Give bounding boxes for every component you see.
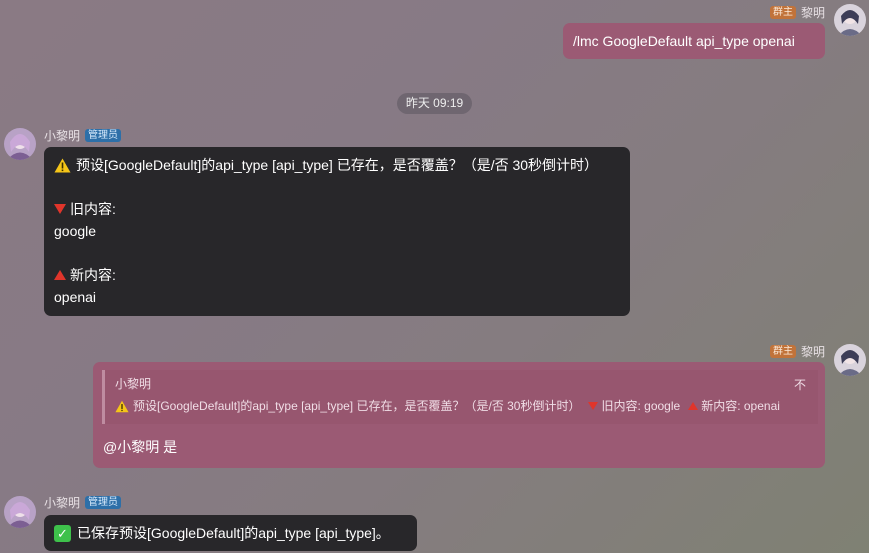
warning-text: 预设[GoogleDefault]的api_type [api_type] 已存… — [76, 157, 599, 173]
red-triangle-up-icon — [54, 270, 66, 280]
sender-row: 群主 黎明 — [769, 343, 825, 360]
bot-avatar[interactable] — [4, 128, 36, 160]
warning-icon — [115, 400, 129, 412]
quote-old: 旧内容: google — [601, 399, 681, 413]
old-value: google — [54, 223, 97, 239]
red-triangle-down-icon — [588, 402, 599, 410]
message-text: /lmc GoogleDefault api_type openai — [573, 33, 795, 49]
admin-badge: 管理员 — [85, 495, 122, 509]
sender-row: 小黎明 管理员 — [44, 127, 122, 144]
message-bubble[interactable]: ✓ 已保存预设[GoogleDefault]的api_type [api_typ… — [44, 515, 417, 551]
owner-badge: 群主 — [769, 5, 796, 19]
quote-text: 预设[GoogleDefault]的api_type [api_type] 已存… — [133, 399, 581, 413]
sender-name[interactable]: 小黎明 — [44, 127, 80, 144]
message-text: 已保存预设[GoogleDefault]的api_type [api_type]… — [77, 525, 390, 541]
bot-avatar[interactable] — [4, 496, 36, 528]
admin-badge: 管理员 — [85, 128, 122, 142]
timestamp-divider: 昨天 09:19 — [397, 93, 472, 114]
owner-badge: 群主 — [769, 344, 796, 358]
new-label: 新内容: — [70, 267, 116, 283]
user-avatar[interactable] — [834, 344, 866, 376]
quote-sender: 小黎明 — [115, 377, 152, 391]
check-mark-icon: ✓ — [54, 524, 71, 542]
warning-icon — [54, 158, 71, 172]
message-text: @小黎明 是 — [103, 439, 178, 455]
red-triangle-down-icon — [54, 204, 66, 214]
quote-new: 新内容: openai — [701, 399, 780, 413]
sender-name[interactable]: 黎明 — [801, 4, 825, 21]
sender-row: 群主 黎明 — [769, 4, 825, 21]
sender-name[interactable]: 小黎明 — [44, 494, 80, 511]
message-bubble[interactable]: /lmc GoogleDefault api_type openai — [563, 23, 825, 59]
message-bubble[interactable]: 预设[GoogleDefault]的api_type [api_type] 已存… — [44, 147, 630, 316]
user-avatar[interactable] — [834, 4, 866, 36]
new-value: openai — [54, 289, 97, 305]
old-label: 旧内容: — [70, 201, 116, 217]
sender-row: 小黎明 管理员 — [44, 494, 122, 511]
quoted-message[interactable]: 小黎明 预设[GoogleDefault]的api_type [api_type… — [102, 370, 818, 424]
quote-close-button[interactable]: 不 — [794, 376, 806, 393]
sender-name[interactable]: 黎明 — [801, 343, 825, 360]
red-triangle-up-icon — [688, 402, 699, 410]
